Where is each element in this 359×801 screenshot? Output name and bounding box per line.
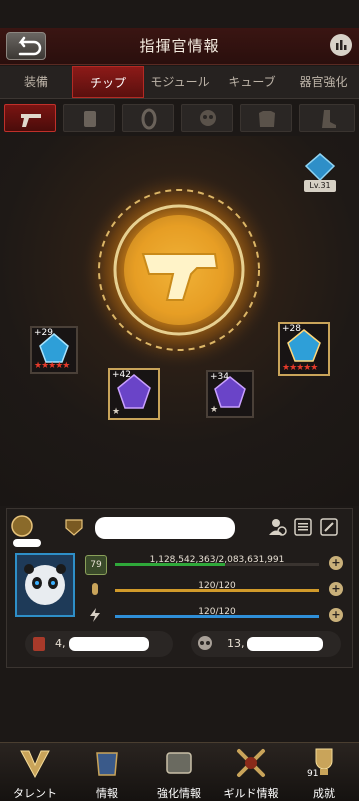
vest-icon: [84, 111, 96, 127]
add-energy-button[interactable]: +: [329, 608, 343, 622]
tab-organ-enhance[interactable]: 器官強化: [288, 66, 359, 98]
chip-enhance-value: +29: [34, 328, 53, 338]
nav-achievement[interactable]: 91 成就: [289, 743, 359, 801]
chip-display: Lv.31 +29 ★★★★★ +28 ★★★★★ +42 ★ +34 ★: [0, 136, 359, 506]
hp-value: 1,128,542,363/2,083,631,991: [149, 555, 285, 565]
chip-power-icon: [33, 637, 45, 651]
nav-enhance-info[interactable]: 強化情報: [144, 743, 214, 801]
talent-icon: [20, 750, 50, 779]
add-hp-button[interactable]: +: [329, 556, 343, 570]
redacted-id: [13, 539, 41, 547]
guild-emblem-icon: [65, 519, 83, 536]
achievement-count: 91: [307, 769, 319, 779]
ammo-icon: [92, 583, 98, 595]
nav-label: ギルド情報: [223, 787, 279, 800]
rank-medal-icon: [11, 515, 33, 537]
nav-label: タレント: [13, 787, 57, 800]
block-user-icon[interactable]: [267, 517, 287, 537]
crystal-icon: [304, 153, 336, 182]
redacted-power: [69, 637, 149, 651]
bottom-nav: タレント 情報 強化情報 ギルド情報 91 成就: [0, 742, 359, 801]
nav-talent[interactable]: タレント: [0, 743, 70, 801]
slot-tab-ring[interactable]: [122, 104, 174, 132]
nav-guild-info[interactable]: ギルド情報: [216, 743, 286, 801]
header-bar: 指揮官情報: [0, 28, 359, 65]
info-icon: [96, 752, 118, 776]
commander-panel: 79 1,128,542,363/2,083,631,991 120/120 1…: [6, 508, 353, 668]
slot-tab-vest[interactable]: [63, 104, 115, 132]
slot-tab-mask[interactable]: [181, 104, 233, 132]
level-label: Lv.31: [304, 180, 336, 192]
pistol-icon: [21, 114, 41, 127]
page-title: 指揮官情報: [139, 37, 220, 55]
guild-swords-icon: [237, 749, 265, 777]
add-ammo-button[interactable]: +: [329, 582, 343, 596]
level-badge[interactable]: Lv.31: [302, 152, 338, 192]
boots-icon: [322, 110, 336, 128]
redacted-combat: [247, 637, 323, 651]
chip-enhance-value: +42: [112, 370, 131, 380]
pistol-emblem[interactable]: [79, 170, 279, 370]
enhance-icon: [166, 752, 192, 774]
ranking-button[interactable]: [330, 34, 352, 56]
nav-label: 成就: [313, 787, 335, 800]
chip-stars: ★: [112, 407, 120, 417]
slot-tab-armor[interactable]: [240, 104, 292, 132]
power-value: 4,: [55, 637, 66, 650]
power-resource: 4,: [25, 631, 173, 657]
hp-stat: 1,128,542,363/2,083,631,991: [115, 555, 319, 573]
panda-avatar-icon: [24, 564, 66, 605]
chip-enhance-value: +28: [282, 324, 301, 334]
energy-icon: [90, 608, 100, 622]
tab-cube[interactable]: キューブ: [216, 66, 288, 98]
ammo-stat: 120/120: [115, 581, 319, 599]
mask-icon: [200, 110, 216, 126]
chip-slot-1[interactable]: +29 ★★★★★: [30, 326, 78, 374]
chip-stars: ★★★★★: [282, 363, 318, 373]
redacted-name: [95, 517, 235, 539]
armor-icon: [259, 111, 275, 127]
energy-stat: 120/120: [115, 607, 319, 625]
tab-bar: 装備 チップ モジュール キューブ 器官強化: [0, 66, 359, 99]
commander-level: 79: [85, 555, 107, 575]
nav-info[interactable]: 情報: [72, 743, 142, 801]
avatar[interactable]: [15, 553, 75, 617]
chip-stars: ★: [210, 405, 218, 415]
combat-value: 13,: [227, 637, 245, 650]
chip-slot-4[interactable]: +34 ★: [206, 370, 254, 418]
chip-slot-tabs: [0, 102, 359, 134]
nav-label: 情報: [96, 787, 118, 800]
slot-tab-boots[interactable]: [299, 104, 355, 132]
ranking-icon: [336, 40, 347, 50]
profile-info-icon[interactable]: [293, 517, 313, 537]
tab-equipment[interactable]: 装備: [0, 66, 72, 98]
chip-slot-3[interactable]: +42 ★: [108, 368, 160, 420]
nav-label: 強化情報: [157, 787, 201, 800]
energy-value: 120/120: [198, 607, 236, 617]
chip-enhance-value: +34: [210, 372, 229, 382]
tab-module[interactable]: モジュール: [144, 66, 216, 98]
ring-icon: [141, 108, 157, 130]
tab-chip[interactable]: チップ: [72, 66, 144, 98]
edit-icon[interactable]: [319, 517, 339, 537]
slot-tab-pistol[interactable]: [4, 104, 56, 132]
chip-slot-2[interactable]: +28 ★★★★★: [278, 322, 330, 376]
ammo-value: 120/120: [198, 581, 236, 591]
chip-stars: ★★★★★: [34, 361, 70, 371]
skull-icon: [198, 636, 212, 650]
combat-resource: 13,: [191, 631, 341, 657]
